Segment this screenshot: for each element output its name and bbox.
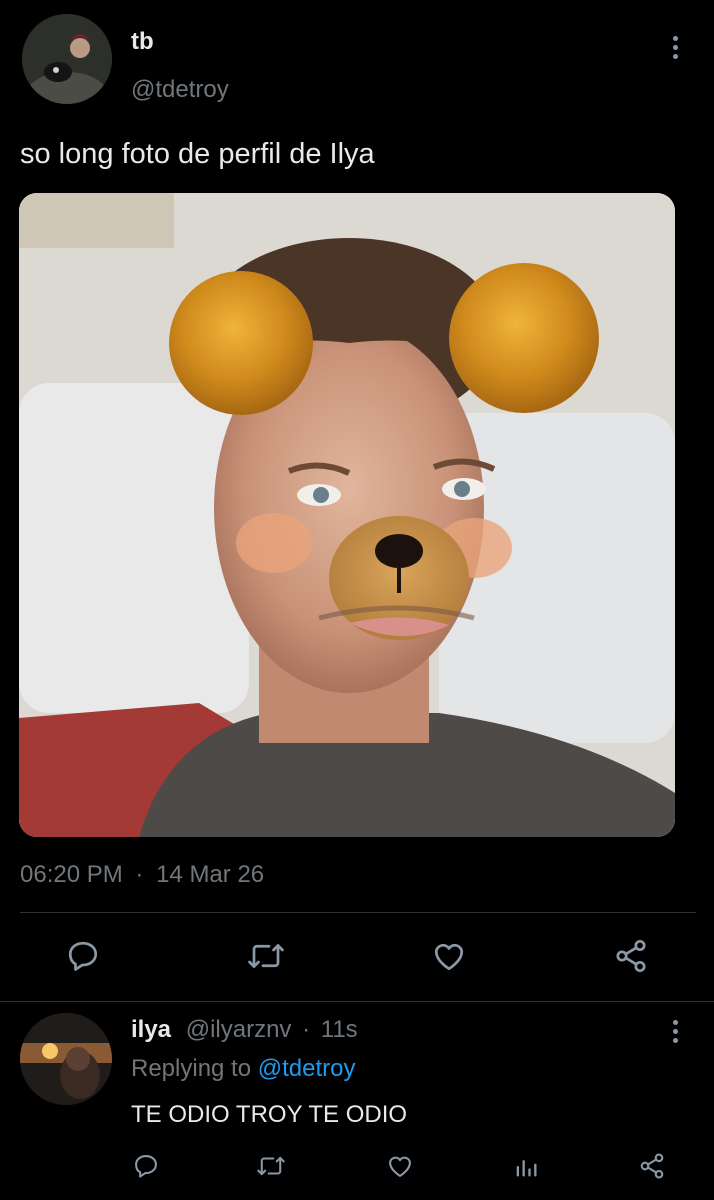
author-handle[interactable]: @tdetroy bbox=[131, 76, 229, 104]
divider bbox=[20, 912, 696, 913]
more-options-icon[interactable] bbox=[671, 36, 679, 59]
reply-author-name[interactable]: ilya bbox=[131, 1016, 171, 1043]
meta-separator: · bbox=[302, 1016, 311, 1043]
tweet-text: so long foto de perfil de Ilya bbox=[20, 138, 375, 170]
reply-author-avatar[interactable] bbox=[20, 1013, 112, 1105]
more-options-icon[interactable] bbox=[671, 1020, 679, 1043]
reply-icon[interactable] bbox=[132, 1152, 160, 1180]
replying-to: Replying to @tdetroy bbox=[131, 1055, 355, 1083]
share-icon[interactable] bbox=[638, 1152, 666, 1180]
tweet-date: 14 Mar 26 bbox=[156, 861, 265, 888]
tweet-photo[interactable] bbox=[19, 193, 675, 837]
reply-icon[interactable] bbox=[64, 938, 102, 974]
replying-to-link[interactable]: @tdetroy bbox=[258, 1055, 356, 1082]
like-icon[interactable] bbox=[386, 1152, 414, 1180]
retweet-icon[interactable] bbox=[245, 938, 287, 974]
tweet-timestamp[interactable]: 06:20 PM · 14 Mar 26 bbox=[20, 861, 264, 889]
retweet-icon[interactable] bbox=[256, 1152, 286, 1180]
analytics-icon[interactable] bbox=[512, 1152, 540, 1180]
share-icon[interactable] bbox=[612, 938, 650, 974]
meta-separator: · bbox=[135, 861, 144, 888]
divider bbox=[0, 1001, 714, 1002]
reply-header: ilya @ilyarznv · 11s bbox=[131, 1016, 358, 1044]
reply-author-handle[interactable]: @ilyarznv bbox=[186, 1016, 292, 1043]
replying-to-label: Replying to bbox=[131, 1055, 252, 1082]
reply-age[interactable]: 11s bbox=[321, 1016, 358, 1043]
author-name[interactable]: tb bbox=[131, 28, 154, 56]
like-icon[interactable] bbox=[430, 938, 468, 974]
reply-text: TE ODIO TROY TE ODIO bbox=[131, 1101, 408, 1128]
author-avatar[interactable] bbox=[22, 14, 112, 104]
tweet-time: 06:20 PM bbox=[20, 861, 123, 888]
